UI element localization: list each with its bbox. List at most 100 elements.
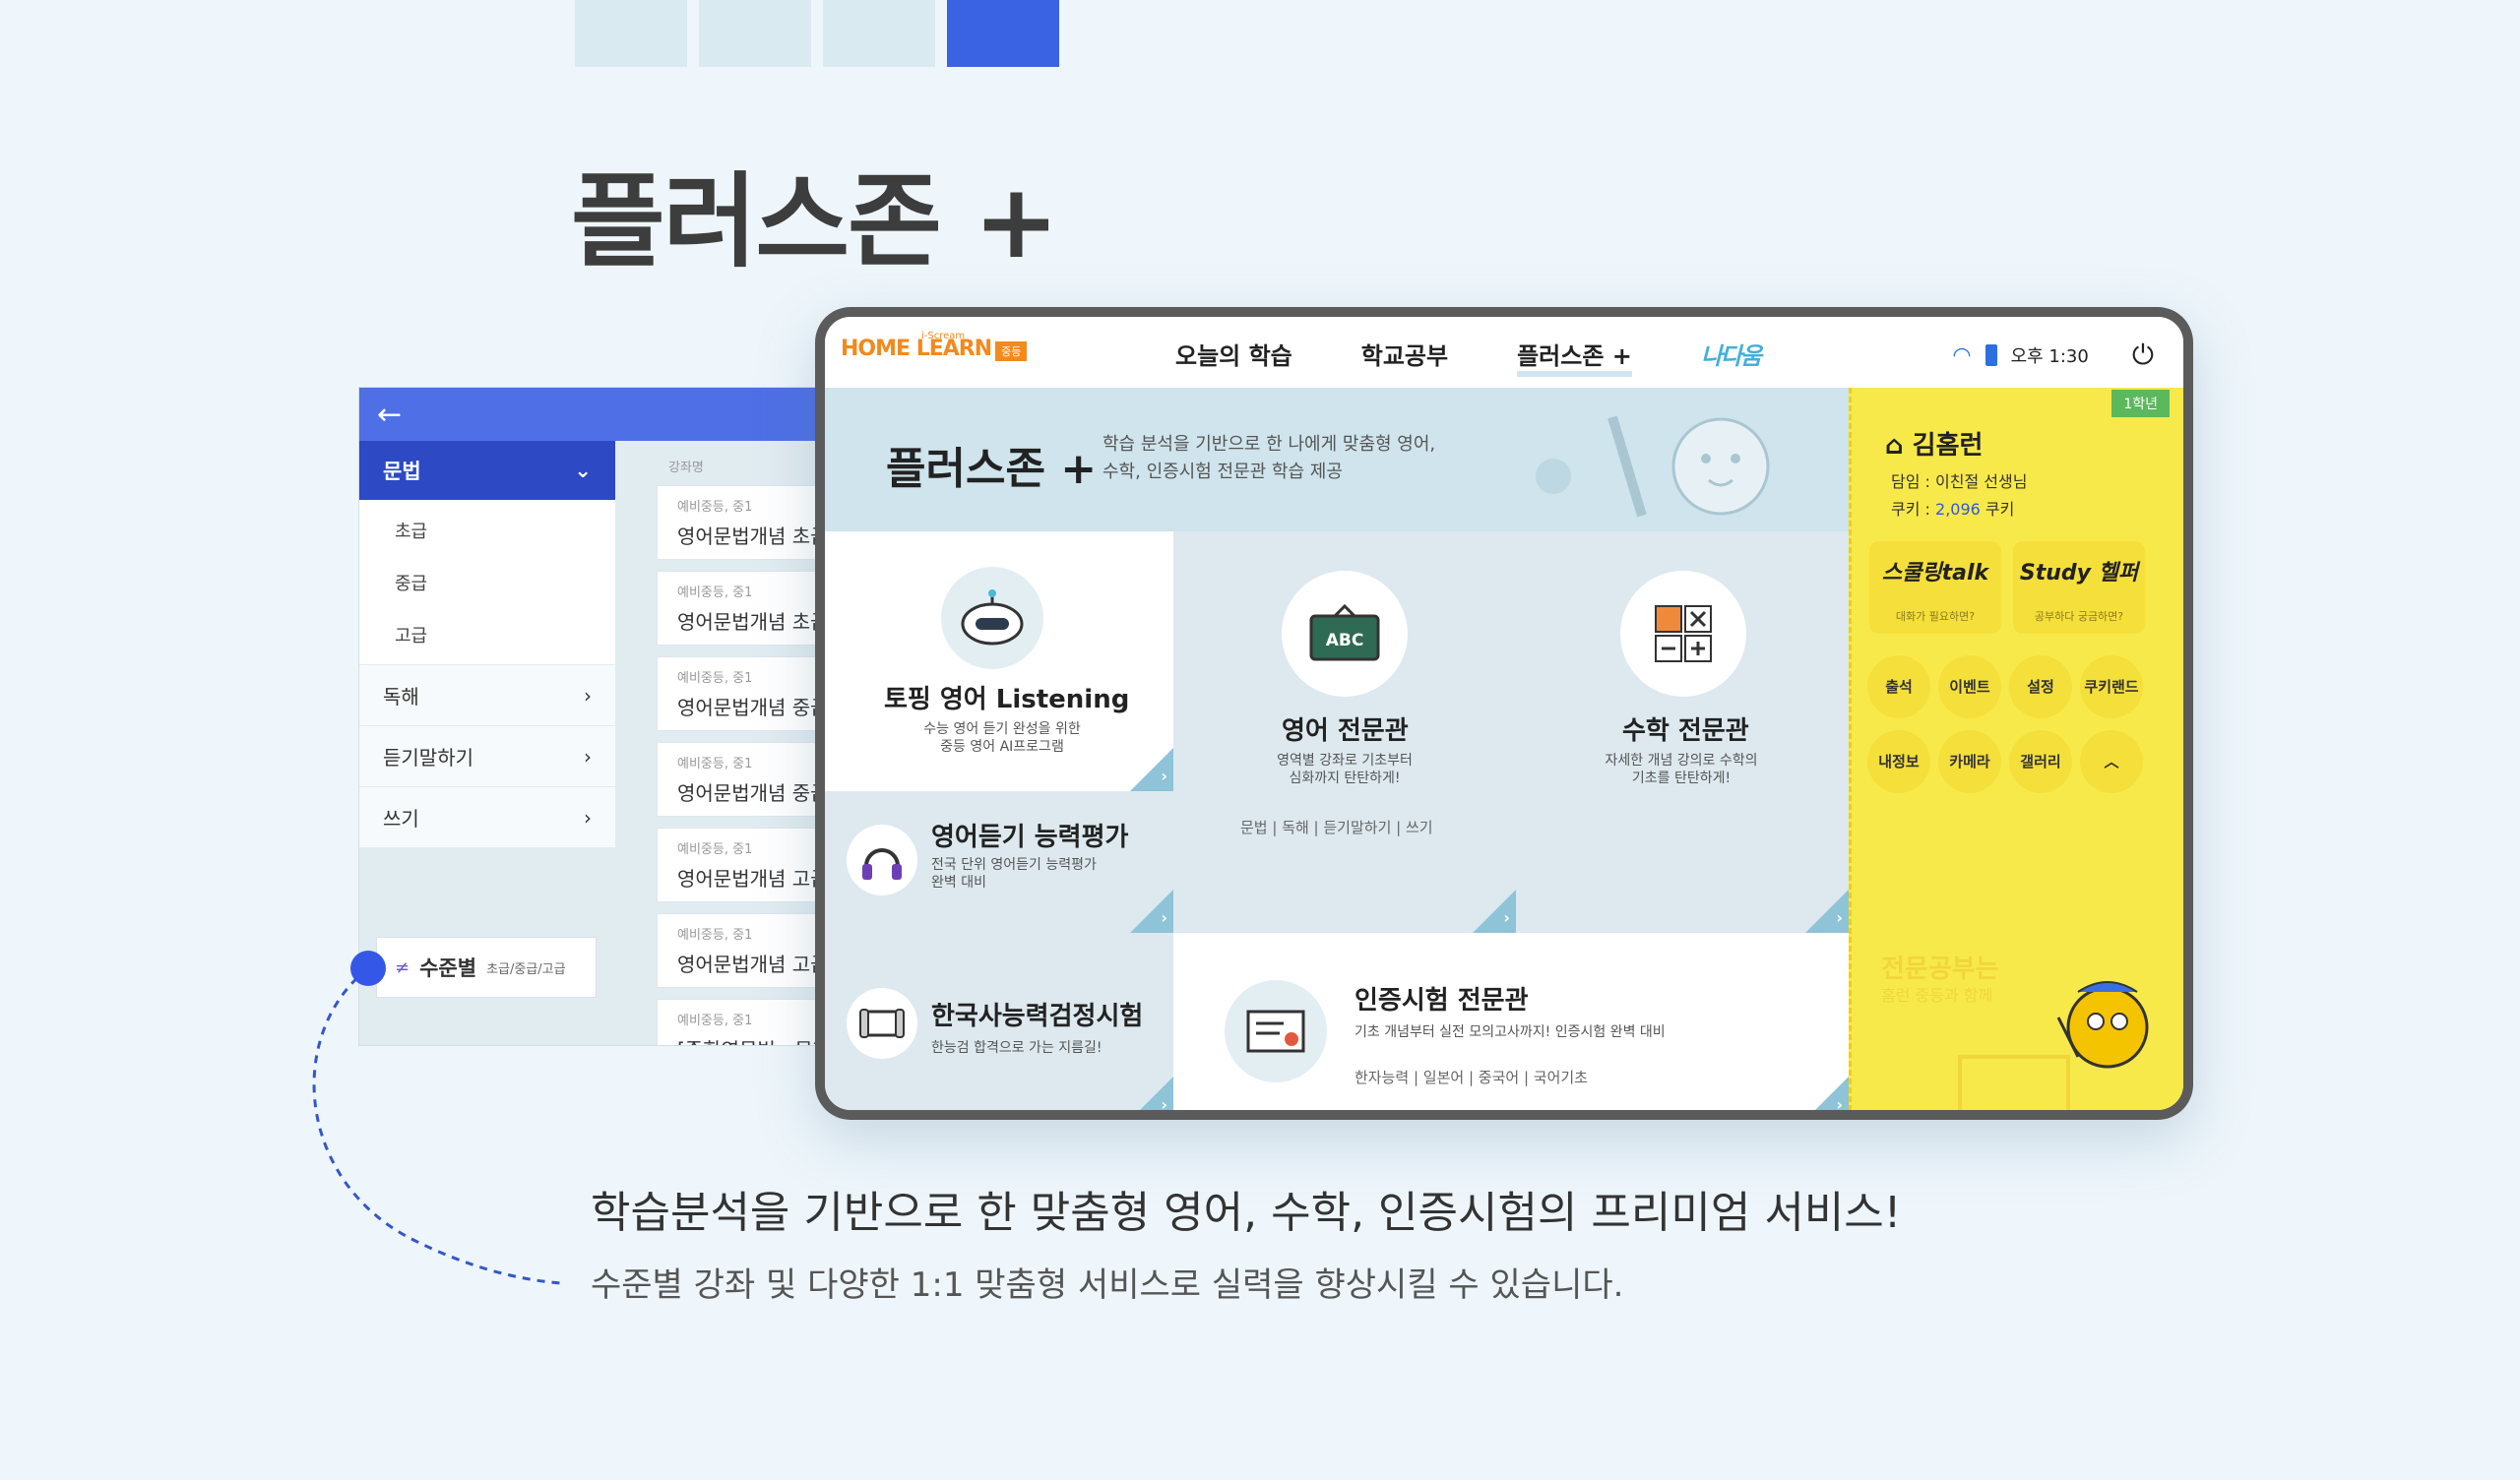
tile-korean-history[interactable]: 한국사능력검정시험 한능검 합격으로 가는 지름길! › [825,933,1173,1110]
callout-dot [350,951,386,986]
student-sidebar: 1학년 ⌂ 김홈런 담임 : 이친절 선생님 쿠키 : 2,096 쿠키 스쿨링… [1849,388,2183,1110]
graduation-cap-icon: ⌂ [1885,431,1913,461]
tile-math-zone[interactable]: 수학 전문관 자세한 개념 강의로 수학의 기초를 탄탄하게! › [1516,531,1849,933]
tile-desc: 수능 영어 듣기 완성을 위한 중등 영어 AI프로그램 [884,720,1120,756]
tile-desc: 전국 단위 영어듣기 능력평가 완벽 대비 [931,856,1097,892]
chevron-right-icon: › [1161,767,1167,785]
tile-certification-zone[interactable]: 인증시험 전문관 기초 개념부터 실전 모의고사까지! 인증시험 완벽 대비 한… [1173,933,1849,1110]
nav-school[interactable]: 학교공부 [1361,337,1448,377]
tile-desc-line: 심화까지 탄탄하게! [1289,771,1401,786]
tile-title: 토핑 영어 Listening [884,685,1130,714]
tile-desc-line: 전국 단위 영어듣기 능력평가 [931,857,1097,873]
tile-title: 영어듣기 능력평가 [931,823,1129,852]
collapse-button[interactable]: ︿ [2080,730,2143,793]
grade-badge: 1학년 [2111,390,2170,417]
tile-desc-line: 중등 영어 AI프로그램 [940,739,1064,755]
wifi-icon: ◠ [1952,342,1972,368]
student-info: 담임 : 이친절 선생님 쿠키 : 2,096 쿠키 [1891,468,2027,524]
logo-main: HOME LEARN [841,337,992,361]
schooling-talk-card[interactable]: 스쿨링talk 대화가 필요하면? [1869,541,2001,634]
top-bar: i-Scream HOME LEARN 중등 오늘의 학습 학교공부 플러스존 +… [825,317,2183,388]
tile-title: 인증시험 전문관 [1354,986,1529,1016]
nav-pluszone[interactable]: 플러스존 + [1517,337,1632,377]
home-learn-logo[interactable]: i-Scream HOME LEARN 중등 [841,331,1028,361]
zone-grid: 토핑 영어 Listening 수능 영어 듣기 완성을 위한 중등 영어 AI… [825,531,1849,1110]
hero-desc-line: 학습 분석을 기반으로 한 나에게 맞춤형 영어, [1102,434,1436,455]
headline: 학습분석을 기반으로 한 맞춤형 영어, 수학, 인증시험의 프리미엄 서비스! [591,1188,1902,1238]
mascot-illustration [1958,981,2149,1110]
gallery-button[interactable]: 갤러리 [2009,730,2072,793]
chevron-right-icon: › [1503,908,1510,927]
tile-topping-listening[interactable]: 토핑 영어 Listening 수능 영어 듣기 완성을 위한 중등 영어 AI… [825,531,1173,791]
cookie-label: 쿠키 : [1891,500,1930,519]
level-badge-label: 수준별 [419,956,477,980]
teacher-label: 담임 : [1891,472,1930,491]
level-badge-sub: 초급/중급/고급 [486,961,566,977]
tile-desc-line: 완벽 대비 [931,875,986,891]
card-title: Study 헬퍼 [2019,561,2139,586]
chevron-right-icon: › [1161,1095,1167,1110]
subline: 수준별 강좌 및 다양한 1:1 맞춤형 서비스로 실력을 향상시킬 수 있습니… [591,1265,1624,1305]
robot-icon [941,567,1043,669]
clock: 오후 1:30 [2010,346,2089,367]
card-caption: 공부하다 궁금하면? [2034,610,2124,623]
tile-english-zone[interactable]: ABC 영어 전문관 영역별 강좌로 기초부터 심화까지 탄탄하게! 문법 | … [1173,531,1516,933]
status-area: ◠ 오후 1:30 ⏻ [1952,339,2154,372]
student-name-text: 김홈런 [1912,431,1984,461]
battery-icon [1984,344,1997,366]
tile-desc-line: 수능 영어 듣기 완성을 위한 [923,721,1081,737]
tile-desc: 자세한 개념 강의로 수학의 기초를 탄탄하게! [1563,752,1799,787]
study-helper-card[interactable]: Study 헬퍼 공부하다 궁금하면? [2013,541,2145,634]
logo-badge: 중등 [995,340,1028,361]
chevron-right-icon: › [1161,908,1167,927]
tile-links[interactable]: 문법 | 독해 | 듣기말하기 | 쓰기 [1240,817,1433,837]
tile-desc-line: 영역별 강좌로 기초부터 [1277,753,1413,769]
chalkboard-icon: ABC [1282,571,1408,697]
nav-today[interactable]: 오늘의 학습 [1175,337,1292,377]
tile-desc-line: 기초를 탄탄하게! [1631,771,1732,786]
tile-title: 수학 전문관 [1622,716,1749,746]
tile-desc-line: 자세한 개념 강의로 수학의 [1605,753,1758,769]
scroll-icon [847,988,917,1059]
tile-title: 한국사능력검정시험 [931,1002,1144,1031]
chart-icon: ≠ [395,956,410,978]
attendance-button[interactable]: 출석 [1867,655,1930,718]
hero-title: 플러스존 + [886,444,1098,494]
tablet-screen: i-Scream HOME LEARN 중등 오늘의 학습 학교공부 플러스존 +… [825,317,2183,1110]
tile-title: 영어 전문관 [1282,716,1409,746]
helper-cards: 스쿨링talk 대화가 필요하면? Study 헬퍼 공부하다 궁금하면? [1869,541,2145,634]
event-button[interactable]: 이벤트 [1938,655,2001,718]
certificate-icon [1225,980,1327,1082]
card-title: 스쿨링talk [1881,561,1989,586]
mascot-pencil-illustration [1536,415,1770,518]
chalkboard-text: ABC [1326,631,1364,650]
teacher-name: 이친절 선생님 [1935,472,2028,491]
tile-listening-test[interactable]: 영어듣기 능력평가 전국 단위 영어듣기 능력평가 완벽 대비 › [825,791,1173,933]
logo-small: i-Scream [921,331,966,341]
camera-button[interactable]: 카메라 [1938,730,2001,793]
cookieland-button[interactable]: 쿠키랜드 [2080,655,2143,718]
tile-links[interactable]: 한자능력 | 일본어 | 중국어 | 국어기초 [1354,1067,1588,1087]
hero-desc: 학습 분석을 기반으로 한 나에게 맞춤형 영어, 수학, 인증시험 전문관 학… [1102,431,1496,486]
headphones-icon [847,825,917,895]
tile-desc: 기초 개념부터 실전 모의고사까지! 인증시험 완벽 대비 [1354,1024,1666,1040]
settings-button[interactable]: 설정 [2009,655,2072,718]
tile-desc: 영역별 강좌로 기초부터 심화까지 탄탄하게! [1227,752,1463,787]
student-name: ⌂ 김홈런 [1885,425,1983,462]
tile-desc: 한능검 합격으로 가는 지름길! [931,1040,1102,1056]
quick-buttons: 출석 이벤트 설정 쿠키랜드 내정보 카메라 갤러리 ︿ [1867,655,2143,793]
nav-nadaum[interactable]: 나다움 [1701,337,1762,377]
hero-banner: 플러스존 + 학습 분석을 기반으로 한 나에게 맞춤형 영어, 수학, 인증시… [825,388,1849,531]
main-nav: 오늘의 학습 학교공부 플러스존 + 나다움 [1175,337,1762,377]
chevron-right-icon: › [1836,908,1843,927]
tablet-frame: i-Scream HOME LEARN 중등 오늘의 학습 학교공부 플러스존 +… [815,307,2193,1120]
level-badge: ≠ 수준별 초급/중급/고급 [376,937,597,998]
cookie-unit: 쿠키 [1984,500,2015,519]
card-caption: 대화가 필요하면? [1895,610,1976,623]
my-info-button[interactable]: 내정보 [1867,730,1930,793]
hero-desc-line: 수학, 인증시험 전문관 학습 제공 [1102,462,1343,482]
power-icon[interactable]: ⏻ [2132,339,2154,372]
calculator-icon [1620,571,1746,697]
cookie-count: 2,096 [1935,500,1981,519]
chevron-right-icon: › [1836,1095,1843,1110]
